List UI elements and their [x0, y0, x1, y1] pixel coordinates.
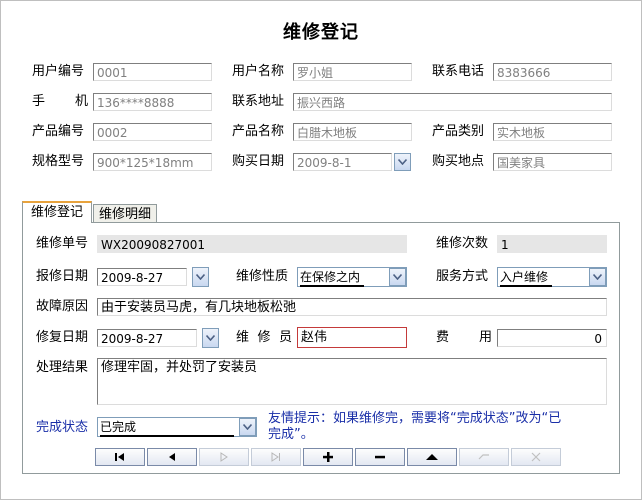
- prev-record-icon: [169, 453, 175, 461]
- result-label: 处理结果: [36, 360, 89, 375]
- repair-count-label: 维修次数: [436, 236, 489, 251]
- repair-no-label: 维修单号: [36, 236, 89, 251]
- next-record-icon: [220, 452, 228, 462]
- delete-record-button[interactable]: [355, 448, 405, 466]
- prev-record-button[interactable]: [147, 448, 197, 466]
- undo-button[interactable]: [459, 448, 509, 466]
- repair-type-select[interactable]: 在保修之内: [297, 267, 407, 287]
- chevron-down-icon: [196, 274, 205, 280]
- hint-text: 友情提示：如果维修完，需要将“完成状态”改为“已完成”。: [268, 411, 562, 442]
- fix-date-field[interactable]: 2009-8-27: [97, 329, 197, 347]
- tab-repair-detail[interactable]: 维修明细: [93, 204, 157, 224]
- fee-field[interactable]: 0: [497, 329, 607, 347]
- add-icon: [323, 452, 333, 462]
- product-id-label: 产品编号: [32, 124, 85, 139]
- chevron-down-icon: [398, 159, 407, 165]
- save-record-button[interactable]: [407, 448, 457, 466]
- product-name-label: 产品名称: [232, 124, 285, 139]
- buy-place-label: 购买地点: [432, 154, 485, 169]
- page-title: 维修登记: [283, 22, 359, 43]
- status-select[interactable]: 已完成: [97, 417, 257, 437]
- service-dropdown-button[interactable]: [589, 268, 606, 286]
- service-label: 服务方式: [436, 269, 489, 284]
- chevron-down-icon: [393, 274, 402, 280]
- spec-field[interactable]: 900*125*18mm: [93, 153, 212, 171]
- product-type-label: 产品类别: [432, 124, 485, 139]
- phone-field[interactable]: 8383666: [493, 63, 612, 81]
- report-date-field[interactable]: 2009-8-27: [97, 268, 187, 286]
- repairer-label: 维修员: [236, 330, 292, 345]
- product-type-field[interactable]: 实木地板: [493, 123, 612, 141]
- buy-date-dropdown-button[interactable]: [394, 153, 411, 171]
- status-label: 完成状态: [36, 420, 89, 435]
- address-label: 联系地址: [232, 94, 285, 109]
- phone-label: 联系电话: [432, 64, 485, 79]
- delete-icon: [375, 455, 385, 459]
- mobile-label: 手机: [32, 94, 88, 109]
- first-record-button[interactable]: [95, 448, 145, 466]
- buy-date-field[interactable]: 2009-8-1: [293, 153, 392, 171]
- next-record-button[interactable]: [199, 448, 249, 466]
- undo-icon: [478, 454, 489, 460]
- service-value: 入户维修: [500, 269, 553, 287]
- product-id-field[interactable]: 0002: [93, 123, 212, 141]
- report-date-label: 报修日期: [36, 269, 89, 284]
- last-record-icon: [271, 452, 280, 462]
- fix-date-dropdown-button[interactable]: [202, 328, 219, 348]
- user-name-field[interactable]: 罗小姐: [293, 63, 412, 81]
- chevron-down-icon: [243, 424, 252, 430]
- chevron-down-icon: [593, 274, 602, 280]
- user-id-field[interactable]: 0001: [93, 63, 212, 81]
- mobile-field[interactable]: 136****8888: [93, 93, 212, 111]
- result-textarea[interactable]: 修理牢固，并处罚了安装员: [97, 358, 607, 405]
- repair-type-dropdown-button[interactable]: [389, 268, 406, 286]
- repair-no-field: WX20090827001: [97, 235, 407, 253]
- close-button[interactable]: [511, 448, 561, 466]
- repairer-field[interactable]: 赵伟: [297, 327, 407, 348]
- buy-place-field[interactable]: 国美家具: [493, 153, 612, 171]
- user-name-label: 用户名称: [232, 64, 285, 79]
- buy-date-label: 购买日期: [232, 154, 285, 169]
- report-date-dropdown-button[interactable]: [192, 267, 209, 287]
- status-value: 已完成: [100, 419, 234, 437]
- save-icon: [426, 454, 438, 460]
- fee-label: 费用: [436, 330, 492, 345]
- address-field[interactable]: 振兴西路: [293, 93, 612, 111]
- user-id-label: 用户编号: [32, 64, 85, 79]
- repair-type-label: 维修性质: [236, 269, 289, 284]
- fault-field[interactable]: 由于安装员马虎，有几块地板松弛: [97, 298, 607, 316]
- service-select[interactable]: 入户维修: [497, 267, 607, 287]
- product-name-field[interactable]: 白腊木地板: [293, 123, 412, 141]
- first-record-icon: [115, 453, 124, 461]
- repair-type-value: 在保修之内: [300, 269, 365, 287]
- last-record-button[interactable]: [251, 448, 301, 466]
- fix-date-label: 修复日期: [36, 330, 89, 345]
- add-record-button[interactable]: [303, 448, 353, 466]
- fault-label: 故障原因: [36, 299, 89, 314]
- repair-count-field: 1: [497, 235, 607, 253]
- chevron-down-icon: [206, 335, 215, 341]
- close-icon: [531, 452, 541, 462]
- spec-label: 规格型号: [32, 154, 85, 169]
- status-dropdown-button[interactable]: [239, 418, 256, 436]
